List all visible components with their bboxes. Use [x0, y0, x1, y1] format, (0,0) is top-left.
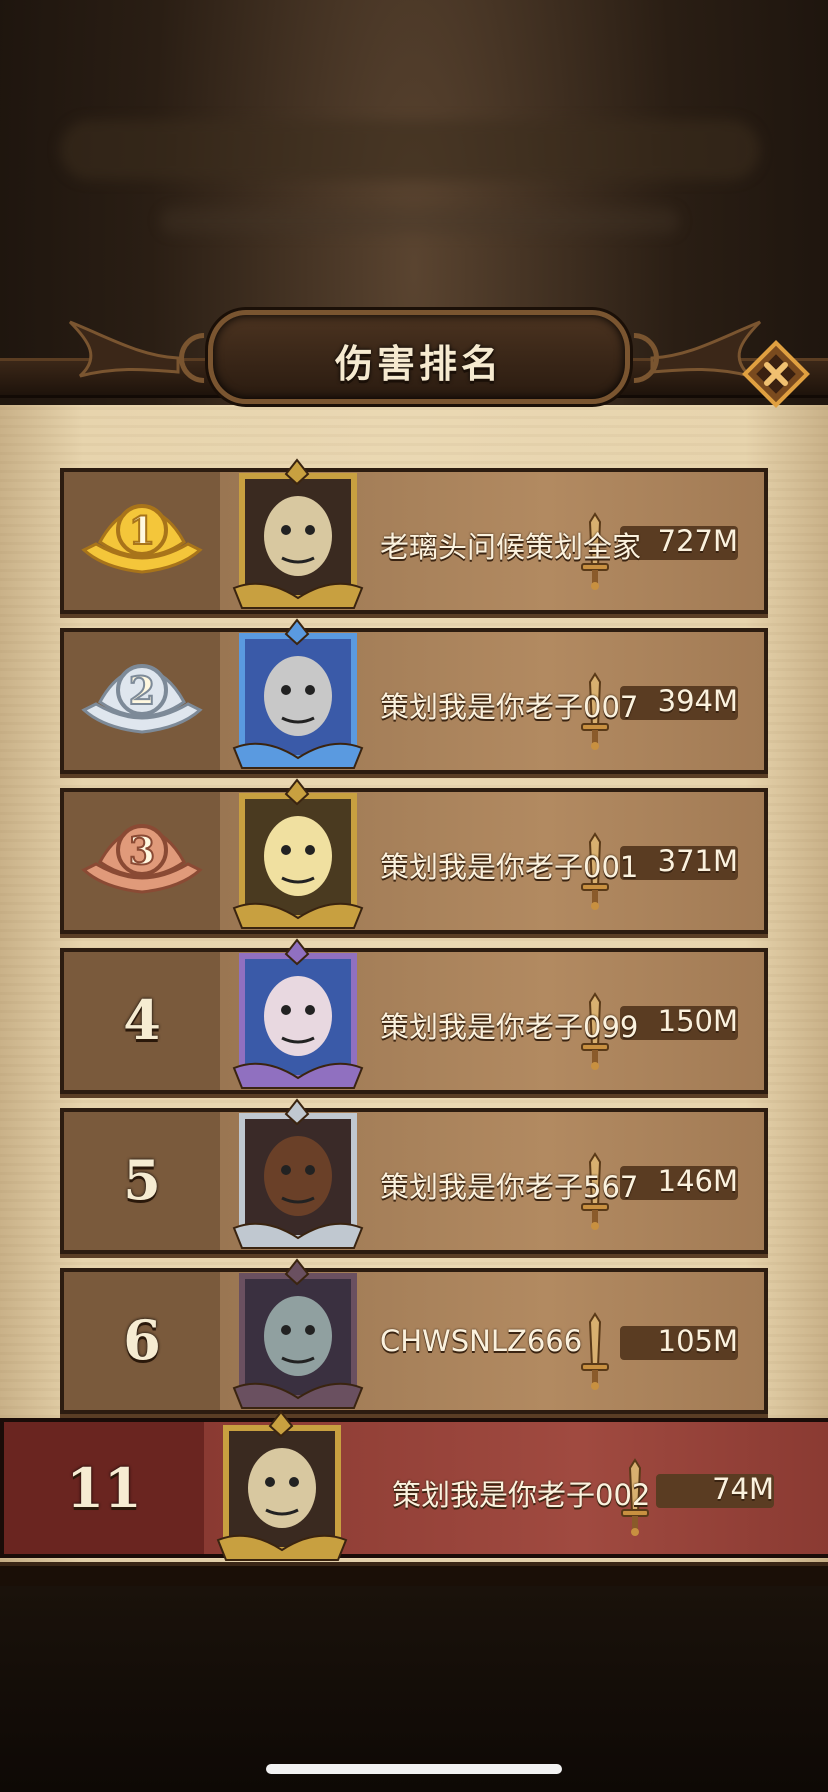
rank-cell: 5: [64, 1112, 224, 1250]
damage-value: 371M: [657, 844, 738, 878]
ornament-horn-icon: [68, 320, 180, 378]
player-name: CHWSNLZ666: [380, 1324, 583, 1358]
player-name: 策划我是你老子007: [380, 690, 639, 724]
rank-cell: 6: [64, 1272, 224, 1410]
rank-cell: 11: [4, 1422, 204, 1554]
title-plate: 伤害排名: [208, 310, 630, 404]
damage-value: 394M: [657, 684, 738, 718]
ranking-row[interactable]: 3 策划我是你老子001 371M: [60, 778, 768, 934]
rank-cell: 2: [64, 632, 224, 770]
hat-swordsman-avatar[interactable]: [224, 1098, 370, 1258]
ranking-row[interactable]: 1 老璃头问候策划全家 727M: [60, 458, 768, 614]
player-name: 策划我是你老子002: [392, 1478, 651, 1512]
damage-value: 105M: [657, 1324, 738, 1358]
robot-ghost-avatar[interactable]: [224, 618, 370, 778]
thorn-crown-elder-avatar[interactable]: [224, 1258, 370, 1418]
gold-rank-medal: 1: [81, 504, 203, 574]
silver-rank-medal: 2: [81, 664, 203, 734]
rank-number: 1: [129, 508, 155, 553]
player-name: 老璃头问候策划全家: [380, 530, 642, 564]
damage-value: 150M: [657, 1004, 738, 1038]
ranking-row[interactable]: 6 CHWSNLZ666 105M: [60, 1258, 768, 1414]
self-rank-row[interactable]: 11 策划我是你老子002 74M: [0, 1410, 828, 1561]
masked-scarecrow-avatar[interactable]: [208, 1410, 354, 1570]
rank-number: 3: [129, 828, 155, 873]
blurred-background-bar: [60, 120, 760, 180]
player-name: 策划我是你老子001: [380, 850, 639, 884]
bronze-rank-medal: 3: [81, 824, 203, 894]
blurred-background-subbar: [160, 208, 680, 234]
rank-cell: 1: [64, 472, 224, 610]
page-title: 伤害排名: [334, 342, 503, 386]
ranking-row[interactable]: 4 策划我是你老子099 150M: [60, 938, 768, 1094]
blonde-knight-avatar[interactable]: [224, 778, 370, 938]
ranking-row[interactable]: 2 策划我是你老子007 394M: [60, 618, 768, 774]
damage-value: 74M: [712, 1472, 774, 1506]
bottom-background: [0, 1586, 828, 1792]
rank-number: 5: [123, 1148, 161, 1212]
rank-cell: 3: [64, 792, 224, 930]
rank-number: 11: [66, 1456, 142, 1520]
rank-number: 4: [123, 988, 161, 1052]
close-x-icon[interactable]: [742, 340, 810, 408]
home-indicator[interactable]: [266, 1764, 562, 1774]
rank-number: 6: [123, 1308, 161, 1372]
ranking-row[interactable]: 5 策划我是你老子567 146M: [60, 1098, 768, 1254]
damage-value: 727M: [657, 524, 738, 558]
damage-value: 146M: [657, 1164, 738, 1198]
player-name: 策划我是你老子567: [380, 1170, 639, 1204]
rank-cell: 4: [64, 952, 224, 1090]
masked-scarecrow-avatar[interactable]: [224, 458, 370, 618]
sleeping-girl-avatar[interactable]: [224, 938, 370, 1098]
player-name: 策划我是你老子099: [380, 1010, 639, 1044]
ranking-header: 伤害排名: [0, 300, 828, 420]
rank-number: 2: [129, 668, 155, 713]
